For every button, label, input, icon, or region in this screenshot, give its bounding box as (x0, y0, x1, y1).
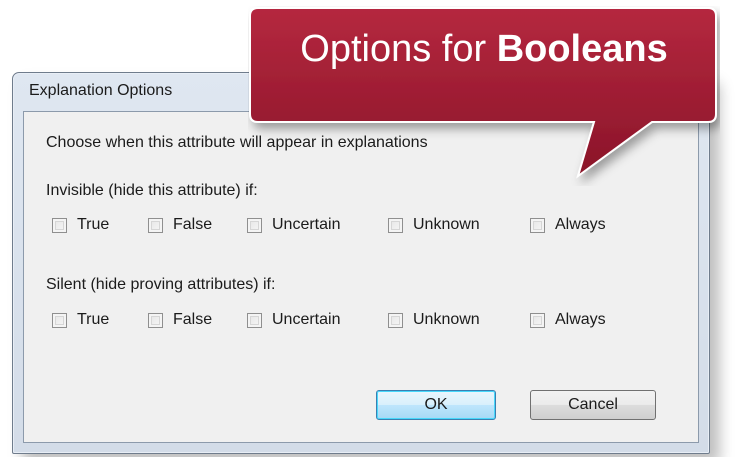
checkbox-box[interactable] (247, 217, 262, 233)
silent-group-label: Silent (hide proving attributes) if: (46, 276, 276, 293)
invisible-true-checkbox[interactable]: True (52, 216, 109, 234)
checkbox-label: Always (555, 216, 606, 233)
checkbox-box[interactable] (388, 217, 403, 233)
invisible-uncertain-checkbox[interactable]: Uncertain (247, 216, 340, 234)
silent-unknown-checkbox[interactable]: Unknown (388, 311, 480, 329)
cancel-button[interactable]: Cancel (530, 390, 656, 420)
checkbox-box[interactable] (148, 217, 163, 233)
checkbox-label: Always (555, 311, 606, 328)
checkbox-label: Unknown (413, 216, 480, 233)
checkbox-box[interactable] (530, 312, 545, 328)
checkbox-label: Uncertain (272, 311, 341, 328)
invisible-always-checkbox[interactable]: Always (530, 216, 606, 234)
invisible-false-checkbox[interactable]: False (148, 216, 212, 234)
checkbox-box[interactable] (530, 217, 545, 233)
silent-always-checkbox[interactable]: Always (530, 311, 606, 329)
checkbox-box[interactable] (148, 312, 163, 328)
checkbox-label: Unknown (413, 311, 480, 328)
checkbox-box[interactable] (388, 312, 403, 328)
silent-true-checkbox[interactable]: True (52, 311, 109, 329)
checkbox-label: False (173, 216, 213, 233)
callout-text-bold: Booleans (496, 28, 668, 70)
checkbox-label: Uncertain (272, 216, 341, 233)
checkbox-box[interactable] (247, 312, 262, 328)
callout-text: Options for Booleans (248, 28, 720, 71)
invisible-unknown-checkbox[interactable]: Unknown (388, 216, 480, 234)
ok-button[interactable]: OK (376, 390, 496, 420)
checkbox-box[interactable] (52, 217, 67, 233)
checkbox-label: False (173, 311, 213, 328)
silent-uncertain-checkbox[interactable]: Uncertain (247, 311, 340, 329)
checkbox-label: True (77, 216, 110, 233)
invisible-group-label: Invisible (hide this attribute) if: (46, 182, 258, 199)
callout-text-prefix: Options for (300, 28, 497, 70)
checkbox-label: True (77, 311, 110, 328)
silent-false-checkbox[interactable]: False (148, 311, 212, 329)
checkbox-box[interactable] (52, 312, 67, 328)
callout-banner: Options for Booleans (248, 6, 720, 179)
window-title: Explanation Options (29, 82, 173, 99)
